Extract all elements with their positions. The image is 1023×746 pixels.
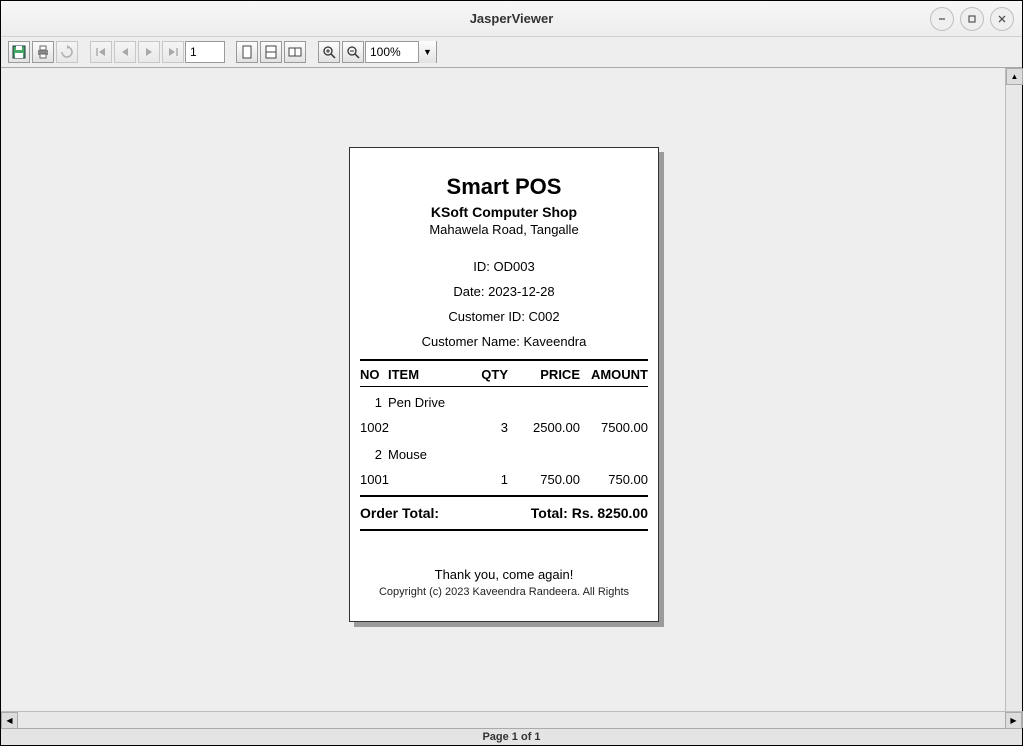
th-item: ITEM (388, 367, 466, 382)
reload-button (56, 41, 78, 63)
receipt-thanks: Thank you, come again! (360, 567, 648, 582)
zoom-out-button[interactable] (342, 41, 364, 63)
status-bar: Page 1 of 1 (1, 728, 1022, 745)
window-titlebar: JasperViewer (1, 1, 1022, 37)
divider (360, 529, 648, 531)
window-title: JasperViewer (470, 11, 554, 26)
cell-code: 1002 (360, 420, 400, 435)
zoom-value: 100% (366, 45, 418, 59)
table-header: NO ITEM QTY PRICE AMOUNT (360, 367, 648, 382)
th-amount: AMOUNT (580, 367, 648, 382)
first-page-button (90, 41, 112, 63)
print-button[interactable] (32, 41, 54, 63)
cell-no: 1 (360, 395, 388, 410)
total-row: Order Total: Total: Rs. 8250.00 (360, 503, 648, 523)
minimize-button[interactable] (930, 7, 954, 31)
receipt-address: Mahawela Road, Tangalle (360, 222, 648, 237)
receipt-shop: KSoft Computer Shop (360, 204, 648, 220)
prev-page-button (114, 41, 136, 63)
vertical-scrollbar[interactable]: ▲ ▼ (1005, 68, 1022, 728)
scroll-left-icon[interactable]: ◀ (1, 712, 18, 729)
fit-width-button[interactable] (284, 41, 306, 63)
divider (360, 495, 648, 497)
scroll-up-icon[interactable]: ▲ (1006, 68, 1023, 85)
report-viewport: Smart POS KSoft Computer Shop Mahawela R… (1, 68, 1022, 728)
divider (360, 359, 648, 361)
receipt-cust-name: Customer Name: Kaveendra (360, 334, 648, 349)
report-canvas[interactable]: Smart POS KSoft Computer Shop Mahawela R… (1, 68, 1005, 728)
cell-price: 2500.00 (508, 420, 580, 435)
receipt-date: Date: 2023-12-28 (360, 284, 648, 299)
divider (360, 386, 648, 387)
th-price: PRICE (508, 367, 580, 382)
cell-item: Mouse (388, 447, 466, 462)
receipt-title: Smart POS (360, 174, 648, 200)
status-text: Page 1 of 1 (482, 731, 540, 743)
cell-no: 2 (360, 447, 388, 462)
horizontal-scrollbar[interactable]: ◀ ▶ (1, 711, 1022, 728)
scroll-right-icon[interactable]: ▶ (1005, 712, 1022, 729)
total-value: Total: Rs. 8250.00 (531, 505, 648, 521)
table-row: 1002 3 2500.00 7500.00 (360, 420, 648, 435)
cell-code: 1001 (360, 472, 400, 487)
cell-amount: 750.00 (580, 472, 648, 487)
close-button[interactable] (990, 7, 1014, 31)
cell-amount: 7500.00 (580, 420, 648, 435)
table-row: 2 Mouse (360, 447, 648, 462)
cell-qty: 3 (466, 420, 508, 435)
table-row: 1001 1 750.00 750.00 (360, 472, 648, 487)
maximize-button[interactable] (960, 7, 984, 31)
actual-size-button[interactable] (236, 41, 258, 63)
total-label: Order Total: (360, 505, 439, 521)
cell-price: 750.00 (508, 472, 580, 487)
fit-page-button[interactable] (260, 41, 282, 63)
cell-qty: 1 (466, 472, 508, 487)
last-page-button (162, 41, 184, 63)
receipt-cust-id: Customer ID: C002 (360, 309, 648, 324)
table-row: 1 Pen Drive (360, 395, 648, 410)
chevron-down-icon[interactable]: ▼ (418, 41, 436, 63)
receipt-page: Smart POS KSoft Computer Shop Mahawela R… (349, 147, 659, 622)
zoom-combo[interactable]: 100% ▼ (365, 41, 437, 63)
cell-item: Pen Drive (388, 395, 466, 410)
save-button[interactable] (8, 41, 30, 63)
page-number-input[interactable] (185, 41, 225, 63)
next-page-button (138, 41, 160, 63)
receipt-id: ID: OD003 (360, 259, 648, 274)
toolbar: 100% ▼ (1, 37, 1022, 68)
receipt-copyright: Copyright (c) 2023 Kaveendra Randeera. A… (360, 586, 648, 598)
zoom-in-button[interactable] (318, 41, 340, 63)
th-qty: QTY (466, 367, 508, 382)
th-no: NO (360, 367, 388, 382)
